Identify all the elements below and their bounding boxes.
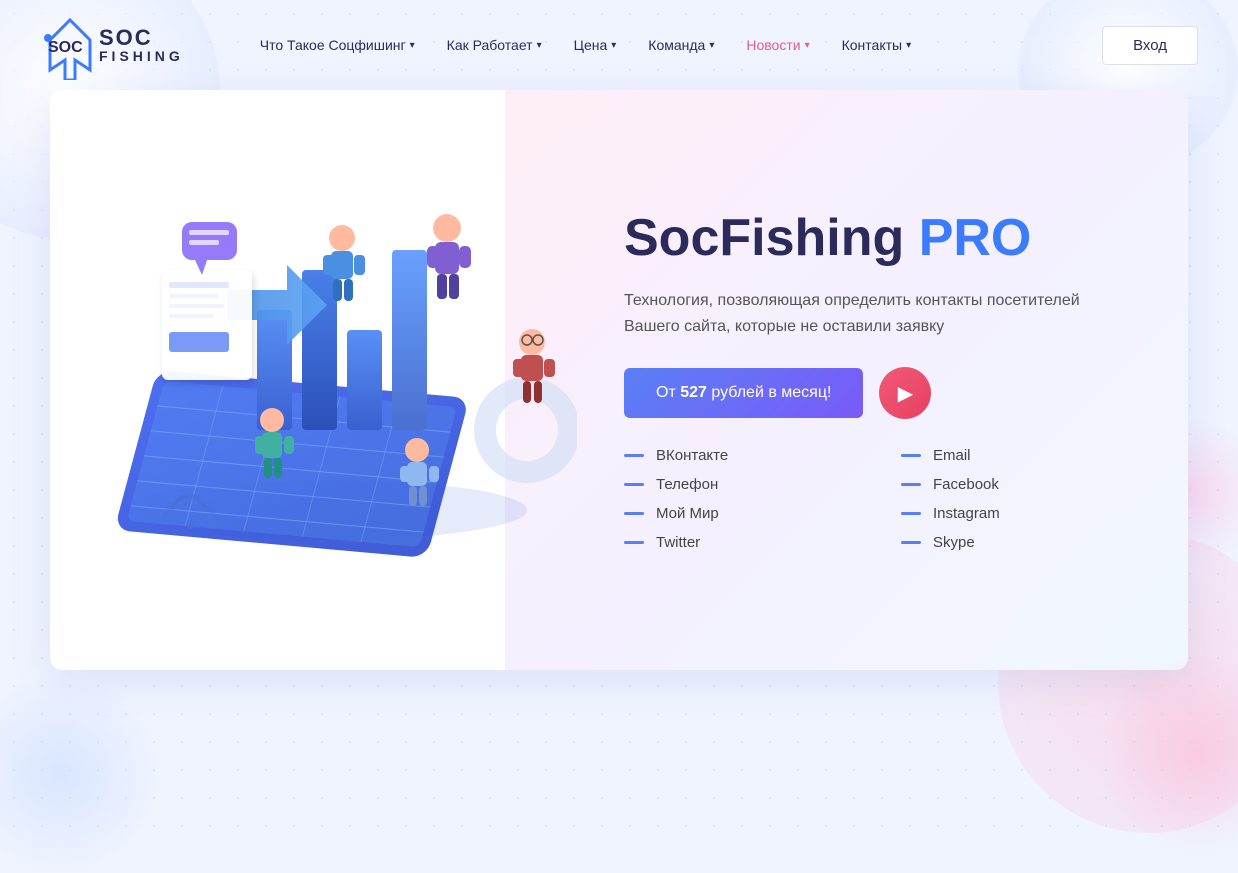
logo[interactable]: SOC SOC FISHING — [40, 10, 184, 80]
nav-link[interactable]: Контакты ▾ — [826, 29, 928, 61]
feature-item: Мой Мир — [624, 505, 861, 522]
nav-link-label: Цена — [574, 37, 608, 53]
feature-dash-icon — [624, 454, 644, 457]
feature-label: Instagram — [933, 505, 1000, 522]
hero-title-main: SocFishing — [624, 209, 919, 267]
feature-label: Телефон — [656, 476, 718, 493]
navbar: SOC SOC FISHING Что Такое Соцфишинг▾Как … — [0, 0, 1238, 90]
feature-item: Instagram — [901, 505, 1138, 522]
feature-dash-icon — [901, 454, 921, 457]
feature-item: Twitter — [624, 534, 861, 551]
chevron-down-icon: ▾ — [906, 40, 911, 51]
feature-label: ВКонтакте — [656, 447, 728, 464]
feature-label: Skype — [933, 534, 975, 551]
logo-text: SOC FISHING — [99, 27, 184, 63]
nav-item: Цена▾ — [558, 29, 633, 61]
svg-text:SOC: SOC — [48, 39, 83, 56]
hero-title: SocFishing PRO — [624, 209, 1138, 269]
nav-link[interactable]: Команда ▾ — [632, 29, 730, 61]
nav-item: Команда ▾ — [632, 29, 730, 61]
feature-dash-icon — [624, 483, 644, 486]
nav-link-label: Новости — [746, 37, 800, 53]
feature-dash-icon — [901, 512, 921, 515]
chevron-down-icon: ▾ — [805, 40, 810, 51]
feature-item: Email — [901, 447, 1138, 464]
chevron-down-icon: ▾ — [709, 40, 714, 51]
nav-link-label: Контакты — [842, 37, 902, 53]
nav-item: Контакты ▾ — [826, 29, 928, 61]
nav-link[interactable]: Что Такое Соцфишинг ▾ — [244, 29, 431, 61]
feature-item: Facebook — [901, 476, 1138, 493]
nav-links: Что Такое Соцфишинг▾Как Работает▾Цена▾Ко… — [244, 29, 1102, 61]
isometric-illustration — [77, 170, 577, 590]
nav-link[interactable]: Цена▾ — [558, 29, 633, 61]
feature-item: Телефон — [624, 476, 861, 493]
feature-label: Мой Мир — [656, 505, 719, 522]
nav-item: Новости ▾ — [730, 29, 825, 61]
hero-illustration — [50, 130, 604, 630]
feature-item: ВКонтакте — [624, 447, 861, 464]
nav-link[interactable]: Новости ▾ — [730, 29, 825, 61]
hero-content: SocFishing PRO Технология, позволяющая о… — [604, 149, 1188, 612]
hero-cta-row: От 527 рублей в месяц! ▶ — [624, 367, 1138, 419]
play-icon: ▶ — [898, 381, 913, 406]
nav-item: Как Работает ▾ — [431, 29, 558, 61]
feature-item: Skype — [901, 534, 1138, 551]
nav-link-label: Как Работает — [447, 37, 533, 53]
logo-icon: SOC — [40, 10, 95, 80]
nav-item: Что Такое Соцфишинг ▾ — [244, 29, 431, 61]
play-button[interactable]: ▶ — [879, 367, 931, 419]
logo-soc: SOC — [99, 27, 184, 49]
nav-link-label: Что Такое Соцфишинг — [260, 37, 406, 53]
feature-dash-icon — [624, 541, 644, 544]
hero-subtitle: Технология, позволяющая определить конта… — [624, 288, 1104, 339]
login-button[interactable]: Вход — [1102, 26, 1198, 65]
chevron-down-icon: ▾ — [410, 40, 415, 51]
feature-label: Email — [933, 447, 971, 464]
feature-label: Twitter — [656, 534, 700, 551]
chevron-down-icon: ▾ — [537, 40, 542, 51]
chevron-down-icon: ▾ — [611, 40, 616, 51]
hero-section: SocFishing PRO Технология, позволяющая о… — [50, 90, 1188, 670]
feature-dash-icon — [901, 483, 921, 486]
feature-dash-icon — [901, 541, 921, 544]
btn-price-text: От 527 рублей в месяц! — [656, 384, 831, 401]
feature-label: Facebook — [933, 476, 999, 493]
feature-dash-icon — [624, 512, 644, 515]
cta-price-button[interactable]: От 527 рублей в месяц! — [624, 368, 863, 418]
logo-fishing: FISHING — [99, 49, 184, 63]
nav-link[interactable]: Как Работает ▾ — [431, 29, 558, 61]
hero-title-pro: PRO — [919, 209, 1032, 267]
nav-link-label: Команда — [648, 37, 705, 53]
features-grid: ВКонтакте Email Телефон Facebook Мой Мир Inst… — [624, 447, 1138, 551]
